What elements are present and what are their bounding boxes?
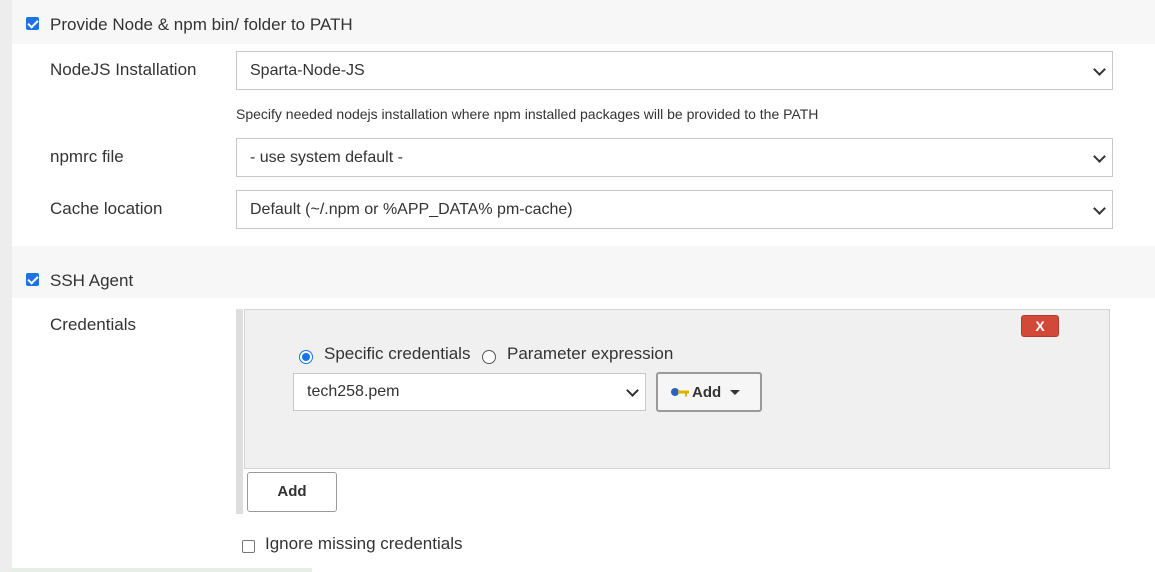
ssh-agent-checkbox[interactable] (26, 273, 39, 286)
credential-select[interactable]: tech258.pem (293, 373, 646, 411)
provide-node-label: Provide Node & npm bin/ folder to PATH (50, 15, 353, 34)
ssh-agent-label: SSH Agent (50, 271, 134, 290)
npmrc-select[interactable]: - use system default - (236, 138, 1113, 177)
add-dropdown-label: Add (692, 383, 722, 401)
ssh-section-header (12, 246, 1155, 298)
caret-down-icon (730, 389, 741, 395)
ignore-missing-checkbox[interactable] (242, 540, 255, 553)
parameter-expression-label: Parameter expression (507, 344, 674, 363)
npmrc-label: npmrc file (50, 147, 124, 166)
chevron-down-icon (626, 384, 639, 397)
key-icon (671, 388, 689, 397)
cache-location-value: Default (~/.npm or %APP_DATA% pm-cache) (250, 200, 573, 218)
nodejs-installation-select[interactable]: Sparta-Node-JS (236, 51, 1113, 90)
credential-value: tech258.pem (307, 383, 400, 400)
npmrc-value: - use system default - (250, 148, 403, 166)
chevron-down-icon (1093, 149, 1106, 163)
delete-credential-button[interactable]: X (1021, 315, 1059, 337)
add-credential-dropdown[interactable]: Add (656, 372, 762, 412)
nodejs-installation-label: NodeJS Installation (50, 60, 197, 79)
add-credentials-button[interactable]: Add (247, 472, 337, 512)
cache-location-select[interactable]: Default (~/.npm or %APP_DATA% pm-cache) (236, 190, 1113, 229)
left-rail (0, 0, 12, 572)
specific-credentials-label: Specific credentials (324, 344, 471, 363)
parameter-expression-radio[interactable] (482, 350, 496, 364)
nodejs-installation-hint: Specify needed nodejs installation where… (236, 106, 819, 122)
credentials-label: Credentials (50, 315, 136, 334)
footer-strip (12, 568, 312, 572)
nodejs-installation-value: Sparta-Node-JS (250, 61, 365, 79)
chevron-down-icon (1093, 201, 1106, 215)
chevron-down-icon (1093, 62, 1106, 76)
specific-credentials-radio[interactable] (299, 350, 313, 364)
cache-location-label: Cache location (50, 199, 163, 218)
provide-node-checkbox[interactable] (26, 17, 39, 30)
credentials-rail (236, 309, 243, 514)
ignore-missing-label: Ignore missing credentials (265, 534, 463, 553)
